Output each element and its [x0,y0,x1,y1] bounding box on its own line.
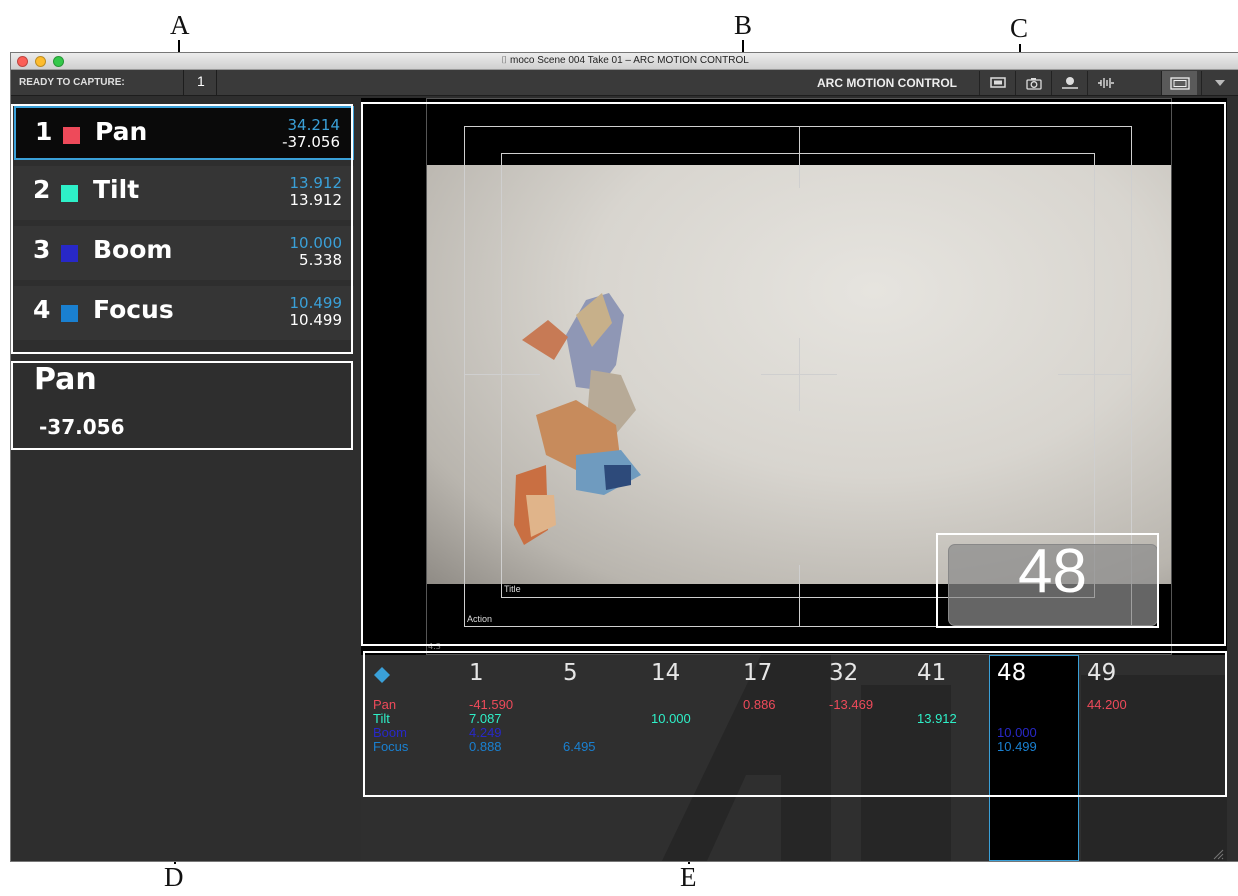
annotation-box-c [936,533,1159,628]
monitor-view-button[interactable] [979,71,1015,95]
callout-b: B [734,10,753,40]
camera-icon [1025,77,1042,90]
ready-to-capture-label: READY TO CAPTURE: [19,77,125,88]
window-title-text: moco Scene 004 Take 01 – ARC MOTION CONT… [509,55,749,66]
annotation-box-a [11,104,353,354]
document-icon: ⌷ [501,55,508,66]
resize-grip-icon[interactable] [1212,848,1224,860]
callout-a: A [170,10,190,40]
ready-to-capture-count: 1 [197,73,205,89]
position-icon [1061,77,1078,89]
frame-icon [1169,76,1190,90]
title-bar: ⌷ moco Scene 004 Take 01 – ARC MOTION CO… [11,53,1238,70]
waveform-button[interactable] [1087,71,1123,95]
callout-d: D [164,862,184,892]
brand-label: ARC MOTION CONTROL [817,76,957,90]
camera-button[interactable] [1015,71,1051,95]
annotation-box-d [11,361,353,450]
frame-guides-button[interactable] [1161,71,1197,95]
menu-dropdown-button[interactable] [1201,71,1237,95]
waveform-icon [1097,78,1114,88]
position-button[interactable] [1051,71,1087,95]
toolbar: READY TO CAPTURE: 1 ARC MOTION CONTROL [11,70,1238,96]
callout-e: E [680,862,697,892]
monitor-icon [989,77,1006,88]
window-title: ⌷ moco Scene 004 Take 01 – ARC MOTION CO… [11,55,1238,66]
dropdown-icon [1214,80,1225,86]
callout-c: C [1010,13,1029,43]
annotation-box-e [363,651,1227,797]
